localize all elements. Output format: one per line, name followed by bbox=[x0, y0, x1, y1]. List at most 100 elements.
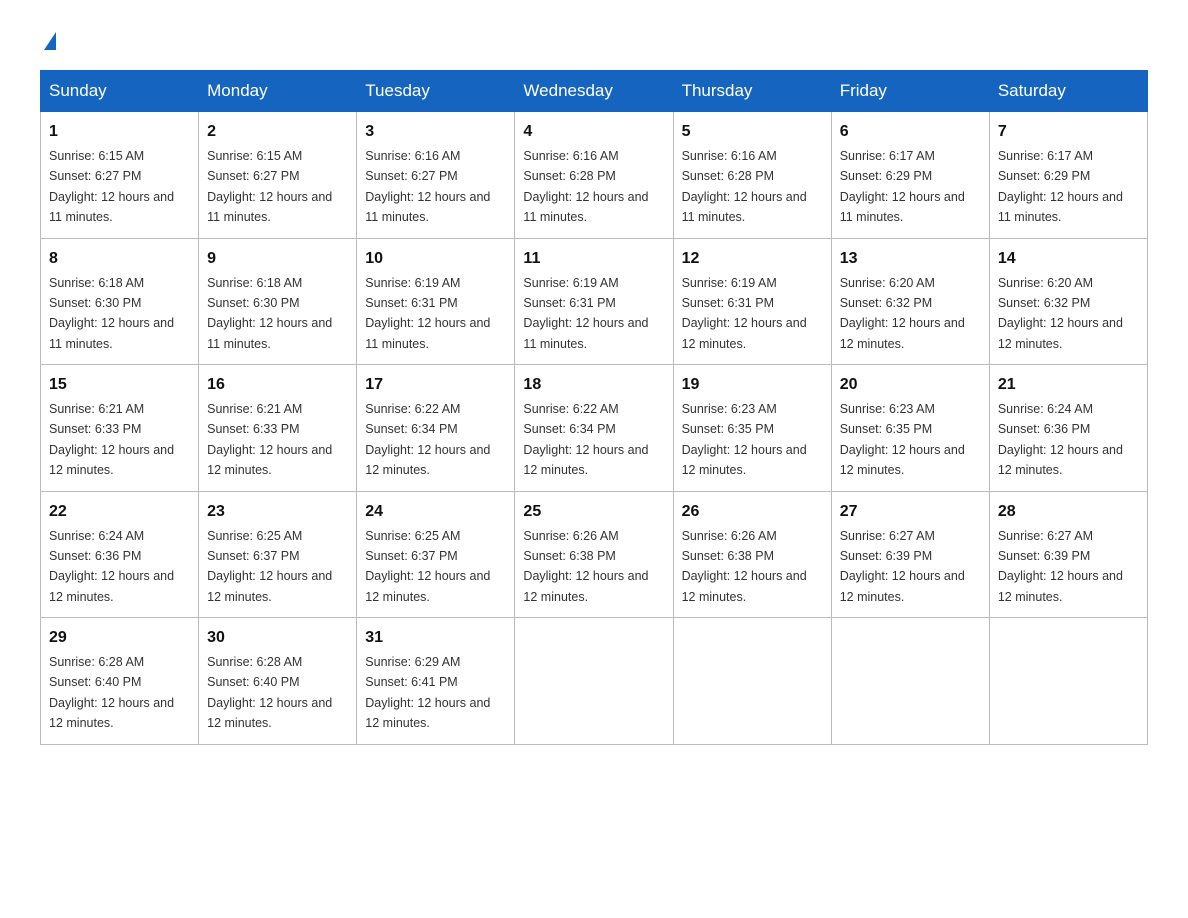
day-info: Sunrise: 6:25 AMSunset: 6:37 PMDaylight:… bbox=[207, 529, 332, 604]
day-info: Sunrise: 6:24 AMSunset: 6:36 PMDaylight:… bbox=[49, 529, 174, 604]
calendar-cell: 18 Sunrise: 6:22 AMSunset: 6:34 PMDaylig… bbox=[515, 365, 673, 492]
weekday-header-monday: Monday bbox=[199, 71, 357, 112]
day-number: 29 bbox=[49, 626, 190, 650]
day-info: Sunrise: 6:21 AMSunset: 6:33 PMDaylight:… bbox=[207, 402, 332, 477]
calendar-cell: 22 Sunrise: 6:24 AMSunset: 6:36 PMDaylig… bbox=[41, 491, 199, 618]
calendar-cell: 24 Sunrise: 6:25 AMSunset: 6:37 PMDaylig… bbox=[357, 491, 515, 618]
day-info: Sunrise: 6:17 AMSunset: 6:29 PMDaylight:… bbox=[840, 149, 965, 224]
day-info: Sunrise: 6:27 AMSunset: 6:39 PMDaylight:… bbox=[998, 529, 1123, 604]
calendar-cell: 29 Sunrise: 6:28 AMSunset: 6:40 PMDaylig… bbox=[41, 618, 199, 745]
calendar-cell: 31 Sunrise: 6:29 AMSunset: 6:41 PMDaylig… bbox=[357, 618, 515, 745]
calendar-cell: 5 Sunrise: 6:16 AMSunset: 6:28 PMDayligh… bbox=[673, 112, 831, 239]
calendar-cell: 28 Sunrise: 6:27 AMSunset: 6:39 PMDaylig… bbox=[989, 491, 1147, 618]
day-number: 24 bbox=[365, 500, 506, 524]
calendar-cell: 26 Sunrise: 6:26 AMSunset: 6:38 PMDaylig… bbox=[673, 491, 831, 618]
weekday-header-sunday: Sunday bbox=[41, 71, 199, 112]
day-number: 18 bbox=[523, 373, 664, 397]
calendar-cell: 21 Sunrise: 6:24 AMSunset: 6:36 PMDaylig… bbox=[989, 365, 1147, 492]
weekday-header-thursday: Thursday bbox=[673, 71, 831, 112]
calendar-table: SundayMondayTuesdayWednesdayThursdayFrid… bbox=[40, 70, 1148, 745]
day-number: 2 bbox=[207, 120, 348, 144]
logo bbox=[40, 30, 56, 50]
day-info: Sunrise: 6:29 AMSunset: 6:41 PMDaylight:… bbox=[365, 655, 490, 730]
calendar-cell: 15 Sunrise: 6:21 AMSunset: 6:33 PMDaylig… bbox=[41, 365, 199, 492]
day-number: 12 bbox=[682, 247, 823, 271]
day-number: 8 bbox=[49, 247, 190, 271]
day-number: 11 bbox=[523, 247, 664, 271]
day-info: Sunrise: 6:28 AMSunset: 6:40 PMDaylight:… bbox=[207, 655, 332, 730]
day-number: 19 bbox=[682, 373, 823, 397]
calendar-cell: 20 Sunrise: 6:23 AMSunset: 6:35 PMDaylig… bbox=[831, 365, 989, 492]
calendar-cell: 6 Sunrise: 6:17 AMSunset: 6:29 PMDayligh… bbox=[831, 112, 989, 239]
day-info: Sunrise: 6:28 AMSunset: 6:40 PMDaylight:… bbox=[49, 655, 174, 730]
calendar-cell: 19 Sunrise: 6:23 AMSunset: 6:35 PMDaylig… bbox=[673, 365, 831, 492]
day-number: 9 bbox=[207, 247, 348, 271]
calendar-cell bbox=[515, 618, 673, 745]
calendar-cell: 4 Sunrise: 6:16 AMSunset: 6:28 PMDayligh… bbox=[515, 112, 673, 239]
day-number: 31 bbox=[365, 626, 506, 650]
day-info: Sunrise: 6:19 AMSunset: 6:31 PMDaylight:… bbox=[523, 276, 648, 351]
week-row-4: 22 Sunrise: 6:24 AMSunset: 6:36 PMDaylig… bbox=[41, 491, 1148, 618]
day-number: 5 bbox=[682, 120, 823, 144]
day-number: 13 bbox=[840, 247, 981, 271]
weekday-header-row: SundayMondayTuesdayWednesdayThursdayFrid… bbox=[41, 71, 1148, 112]
day-number: 30 bbox=[207, 626, 348, 650]
calendar-cell bbox=[673, 618, 831, 745]
day-number: 27 bbox=[840, 500, 981, 524]
day-number: 22 bbox=[49, 500, 190, 524]
calendar-cell: 9 Sunrise: 6:18 AMSunset: 6:30 PMDayligh… bbox=[199, 238, 357, 365]
day-info: Sunrise: 6:27 AMSunset: 6:39 PMDaylight:… bbox=[840, 529, 965, 604]
day-number: 10 bbox=[365, 247, 506, 271]
day-number: 1 bbox=[49, 120, 190, 144]
weekday-header-friday: Friday bbox=[831, 71, 989, 112]
calendar-cell: 12 Sunrise: 6:19 AMSunset: 6:31 PMDaylig… bbox=[673, 238, 831, 365]
page-header bbox=[40, 30, 1148, 50]
day-info: Sunrise: 6:20 AMSunset: 6:32 PMDaylight:… bbox=[840, 276, 965, 351]
week-row-3: 15 Sunrise: 6:21 AMSunset: 6:33 PMDaylig… bbox=[41, 365, 1148, 492]
calendar-cell: 30 Sunrise: 6:28 AMSunset: 6:40 PMDaylig… bbox=[199, 618, 357, 745]
day-number: 14 bbox=[998, 247, 1139, 271]
week-row-2: 8 Sunrise: 6:18 AMSunset: 6:30 PMDayligh… bbox=[41, 238, 1148, 365]
calendar-cell: 17 Sunrise: 6:22 AMSunset: 6:34 PMDaylig… bbox=[357, 365, 515, 492]
day-info: Sunrise: 6:20 AMSunset: 6:32 PMDaylight:… bbox=[998, 276, 1123, 351]
calendar-cell: 8 Sunrise: 6:18 AMSunset: 6:30 PMDayligh… bbox=[41, 238, 199, 365]
calendar-cell: 11 Sunrise: 6:19 AMSunset: 6:31 PMDaylig… bbox=[515, 238, 673, 365]
day-info: Sunrise: 6:22 AMSunset: 6:34 PMDaylight:… bbox=[523, 402, 648, 477]
day-number: 28 bbox=[998, 500, 1139, 524]
day-info: Sunrise: 6:18 AMSunset: 6:30 PMDaylight:… bbox=[49, 276, 174, 351]
day-info: Sunrise: 6:24 AMSunset: 6:36 PMDaylight:… bbox=[998, 402, 1123, 477]
calendar-cell: 7 Sunrise: 6:17 AMSunset: 6:29 PMDayligh… bbox=[989, 112, 1147, 239]
calendar-cell: 14 Sunrise: 6:20 AMSunset: 6:32 PMDaylig… bbox=[989, 238, 1147, 365]
weekday-header-tuesday: Tuesday bbox=[357, 71, 515, 112]
day-info: Sunrise: 6:23 AMSunset: 6:35 PMDaylight:… bbox=[682, 402, 807, 477]
week-row-5: 29 Sunrise: 6:28 AMSunset: 6:40 PMDaylig… bbox=[41, 618, 1148, 745]
day-info: Sunrise: 6:15 AMSunset: 6:27 PMDaylight:… bbox=[207, 149, 332, 224]
day-info: Sunrise: 6:18 AMSunset: 6:30 PMDaylight:… bbox=[207, 276, 332, 351]
day-info: Sunrise: 6:26 AMSunset: 6:38 PMDaylight:… bbox=[682, 529, 807, 604]
day-info: Sunrise: 6:16 AMSunset: 6:28 PMDaylight:… bbox=[523, 149, 648, 224]
day-info: Sunrise: 6:25 AMSunset: 6:37 PMDaylight:… bbox=[365, 529, 490, 604]
calendar-cell: 1 Sunrise: 6:15 AMSunset: 6:27 PMDayligh… bbox=[41, 112, 199, 239]
weekday-header-wednesday: Wednesday bbox=[515, 71, 673, 112]
day-number: 7 bbox=[998, 120, 1139, 144]
calendar-cell: 3 Sunrise: 6:16 AMSunset: 6:27 PMDayligh… bbox=[357, 112, 515, 239]
calendar-cell: 25 Sunrise: 6:26 AMSunset: 6:38 PMDaylig… bbox=[515, 491, 673, 618]
day-number: 20 bbox=[840, 373, 981, 397]
calendar-cell: 27 Sunrise: 6:27 AMSunset: 6:39 PMDaylig… bbox=[831, 491, 989, 618]
day-number: 23 bbox=[207, 500, 348, 524]
calendar-cell: 13 Sunrise: 6:20 AMSunset: 6:32 PMDaylig… bbox=[831, 238, 989, 365]
day-number: 3 bbox=[365, 120, 506, 144]
calendar-cell: 23 Sunrise: 6:25 AMSunset: 6:37 PMDaylig… bbox=[199, 491, 357, 618]
day-info: Sunrise: 6:22 AMSunset: 6:34 PMDaylight:… bbox=[365, 402, 490, 477]
day-number: 21 bbox=[998, 373, 1139, 397]
day-number: 25 bbox=[523, 500, 664, 524]
day-number: 16 bbox=[207, 373, 348, 397]
day-info: Sunrise: 6:15 AMSunset: 6:27 PMDaylight:… bbox=[49, 149, 174, 224]
weekday-header-saturday: Saturday bbox=[989, 71, 1147, 112]
day-info: Sunrise: 6:16 AMSunset: 6:27 PMDaylight:… bbox=[365, 149, 490, 224]
day-info: Sunrise: 6:26 AMSunset: 6:38 PMDaylight:… bbox=[523, 529, 648, 604]
day-number: 17 bbox=[365, 373, 506, 397]
day-number: 15 bbox=[49, 373, 190, 397]
day-info: Sunrise: 6:21 AMSunset: 6:33 PMDaylight:… bbox=[49, 402, 174, 477]
calendar-cell: 2 Sunrise: 6:15 AMSunset: 6:27 PMDayligh… bbox=[199, 112, 357, 239]
